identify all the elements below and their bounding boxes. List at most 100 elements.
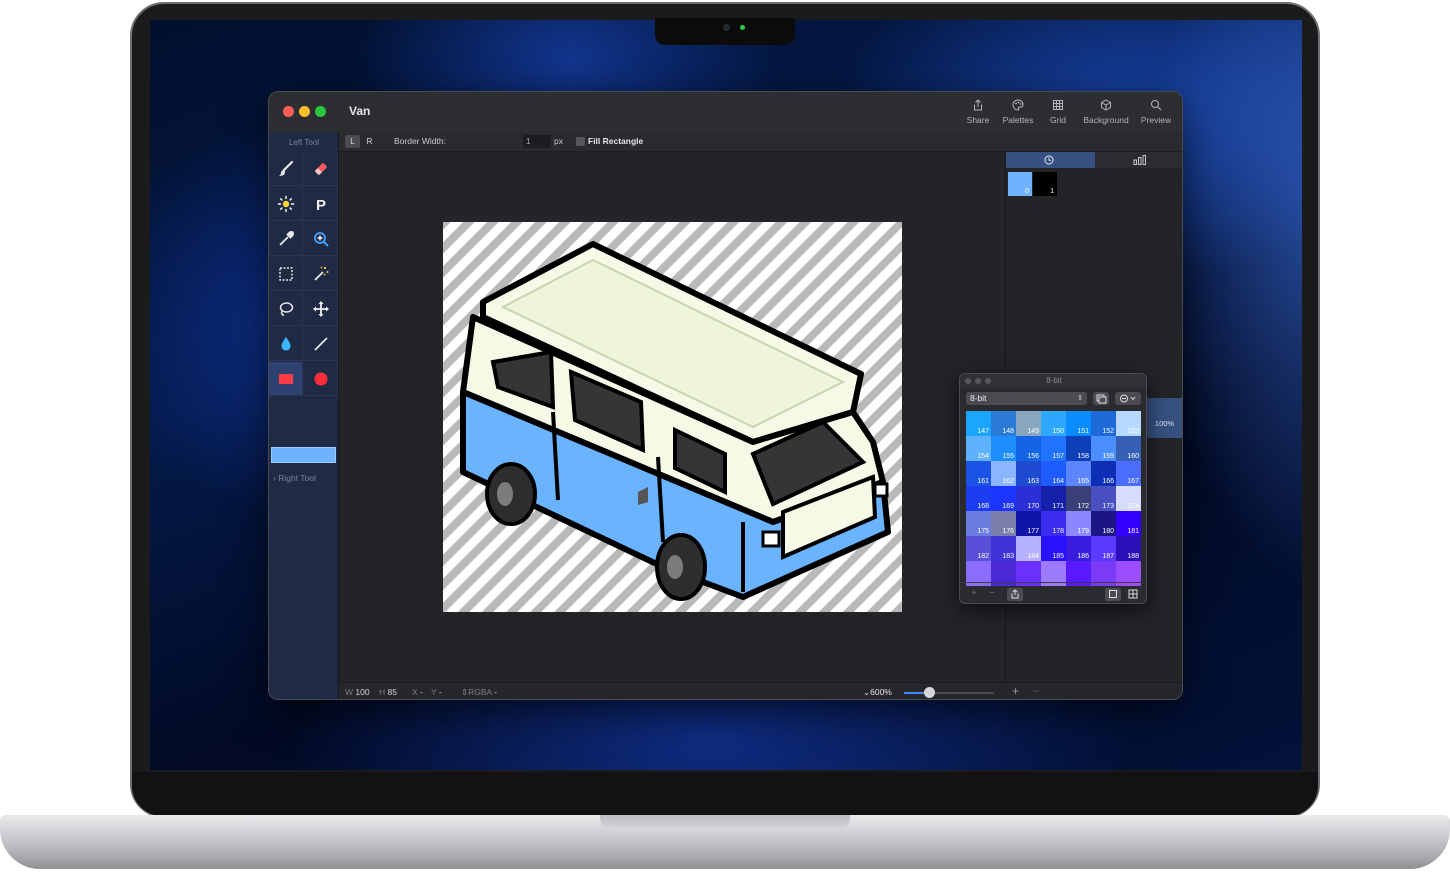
eyedropper-tool[interactable]	[269, 222, 303, 256]
palette-swatch[interactable]: 179	[1066, 511, 1091, 536]
add-layer-button[interactable]: +	[1012, 684, 1019, 698]
layer-thumb-0[interactable]: 0	[1008, 172, 1032, 196]
palette-swatch[interactable]: 159	[1091, 436, 1116, 461]
export-palette-button[interactable]	[1007, 588, 1023, 601]
grid-view-button[interactable]	[1125, 588, 1141, 601]
cube-icon	[1101, 99, 1111, 111]
zoom-window-button[interactable]	[315, 106, 326, 117]
palette-swatch[interactable]: 184	[1016, 536, 1041, 561]
palette-swatch[interactable]: 181	[1116, 511, 1141, 536]
preview-button[interactable]: Preview	[1128, 99, 1182, 125]
palette-swatch[interactable]: 166	[1091, 461, 1116, 486]
palette-swatch[interactable]: 151	[1066, 411, 1091, 436]
palette-swatch[interactable]: 169	[991, 486, 1016, 511]
tab-layers[interactable]	[1095, 152, 1182, 168]
single-view-button[interactable]	[1105, 588, 1121, 601]
palette-swatch[interactable]: 186	[1066, 536, 1091, 561]
palette-swatch[interactable]: 171	[1041, 486, 1066, 511]
brightness-tool[interactable]	[269, 187, 303, 221]
rectangle-tool[interactable]	[269, 362, 303, 396]
palette-minimize-button[interactable]	[975, 378, 981, 384]
palette-swatch[interactable]: 173	[1091, 486, 1116, 511]
zoom-dropdown[interactable]: ⌄600%	[863, 687, 892, 698]
palette-swatch[interactable]: 154	[966, 436, 991, 461]
pixel-perfect-tool[interactable]: P	[304, 187, 338, 221]
palette-swatch[interactable]: 172	[1066, 486, 1091, 511]
move-tool[interactable]	[304, 292, 338, 326]
palette-swatch[interactable]: 178	[1041, 511, 1066, 536]
palette-swatch[interactable]: 183	[991, 536, 1016, 561]
swatch-number: 147	[977, 428, 989, 435]
palette-swatch[interactable]: 165	[1066, 461, 1091, 486]
zoom-slider-knob[interactable]	[924, 687, 936, 698]
palette-swatch[interactable]: 182	[966, 536, 991, 561]
palette-close-button[interactable]	[965, 378, 971, 384]
add-swatch-button[interactable]: +	[966, 588, 982, 601]
swatch-number: 173	[1102, 503, 1114, 510]
palette-swatch[interactable]: 155	[991, 436, 1016, 461]
background-button[interactable]: Background	[1078, 99, 1134, 125]
ellipse-tool[interactable]	[304, 362, 338, 396]
palette-swatch[interactable]: 160	[1116, 436, 1141, 461]
border-width-input[interactable]: 1	[523, 135, 551, 148]
palette-swatch[interactable]: 163	[1016, 461, 1041, 486]
palette-swatch[interactable]: 150	[1041, 411, 1066, 436]
palette-swatch[interactable]: 176	[991, 511, 1016, 536]
canvas-area[interactable]	[339, 152, 1005, 682]
palette-swatch[interactable]: 185	[1041, 536, 1066, 561]
palette-swatch[interactable]: 158	[1066, 436, 1091, 461]
palette-options-button[interactable]	[1115, 392, 1141, 405]
primary-color-swatch[interactable]	[271, 447, 336, 463]
color-mode-selector[interactable]: ⇕RGBA -	[461, 687, 497, 698]
zoom-tool[interactable]	[304, 222, 338, 256]
magic-wand-tool[interactable]	[304, 257, 338, 291]
eraser-tool[interactable]	[304, 152, 338, 186]
palette-swatch[interactable]: 168	[966, 486, 991, 511]
layer-thumb-1[interactable]: 1	[1033, 172, 1057, 196]
close-window-button[interactable]	[283, 106, 294, 117]
rectangle-select-tool[interactable]	[269, 257, 303, 291]
magnifier-icon	[1151, 100, 1162, 111]
pixel-canvas[interactable]	[443, 222, 902, 612]
zoom-percentage-tab[interactable]: 100%	[1147, 398, 1182, 438]
palette-swatch[interactable]: 177	[1016, 511, 1041, 536]
palette-swatch[interactable]: 157	[1041, 436, 1066, 461]
palette-swatch[interactable]: 175	[966, 511, 991, 536]
palette-swatch[interactable]: 188	[1116, 536, 1141, 561]
palette-swatch[interactable]: 156	[1016, 436, 1041, 461]
brush-tool[interactable]	[269, 152, 303, 186]
duplicate-palette-button[interactable]	[1093, 392, 1109, 405]
palette-swatch[interactable]: 187	[1091, 536, 1116, 561]
eyedropper-icon	[279, 231, 294, 246]
palette-swatch[interactable]: 180	[1091, 511, 1116, 536]
palette-swatch[interactable]: 161	[966, 461, 991, 486]
palette-swatch[interactable]: 149	[1016, 411, 1041, 436]
palette-swatch[interactable]: 174	[1116, 486, 1141, 511]
remove-layer-button[interactable]: −	[1032, 684, 1039, 698]
right-tool-disclosure[interactable]: › Right Tool	[273, 473, 316, 483]
palette-swatch[interactable]: 162	[991, 461, 1016, 486]
height-readout: H 85	[379, 687, 397, 697]
minimize-window-button[interactable]	[299, 106, 310, 117]
palette-swatch[interactable]: 167	[1116, 461, 1141, 486]
palette-swatch[interactable]: 153	[1116, 411, 1141, 436]
fill-tool[interactable]	[269, 327, 303, 361]
left-button-segment[interactable]: L	[345, 135, 360, 148]
remove-swatch-button[interactable]: −	[984, 588, 1000, 601]
tab-history[interactable]	[1006, 152, 1095, 168]
van-artwork	[460, 241, 891, 601]
palette-swatch[interactable]: 148	[991, 411, 1016, 436]
palette-select[interactable]: 8-bit ⇕	[966, 392, 1087, 405]
swatch-number: 159	[1102, 453, 1114, 460]
palette-swatch[interactable]: 152	[1091, 411, 1116, 436]
palette-zoom-button[interactable]	[985, 378, 991, 384]
line-tool[interactable]	[304, 327, 338, 361]
palette-swatch[interactable]: 164	[1041, 461, 1066, 486]
palette-swatch[interactable]: 170	[1016, 486, 1041, 511]
right-button-segment[interactable]: R	[362, 135, 377, 148]
minus-icon: −	[989, 588, 995, 599]
letter-p-icon: P	[316, 197, 326, 213]
lasso-tool[interactable]	[269, 292, 303, 326]
palette-swatch[interactable]: 147	[966, 411, 991, 436]
fill-rectangle-checkbox[interactable]	[576, 137, 585, 146]
